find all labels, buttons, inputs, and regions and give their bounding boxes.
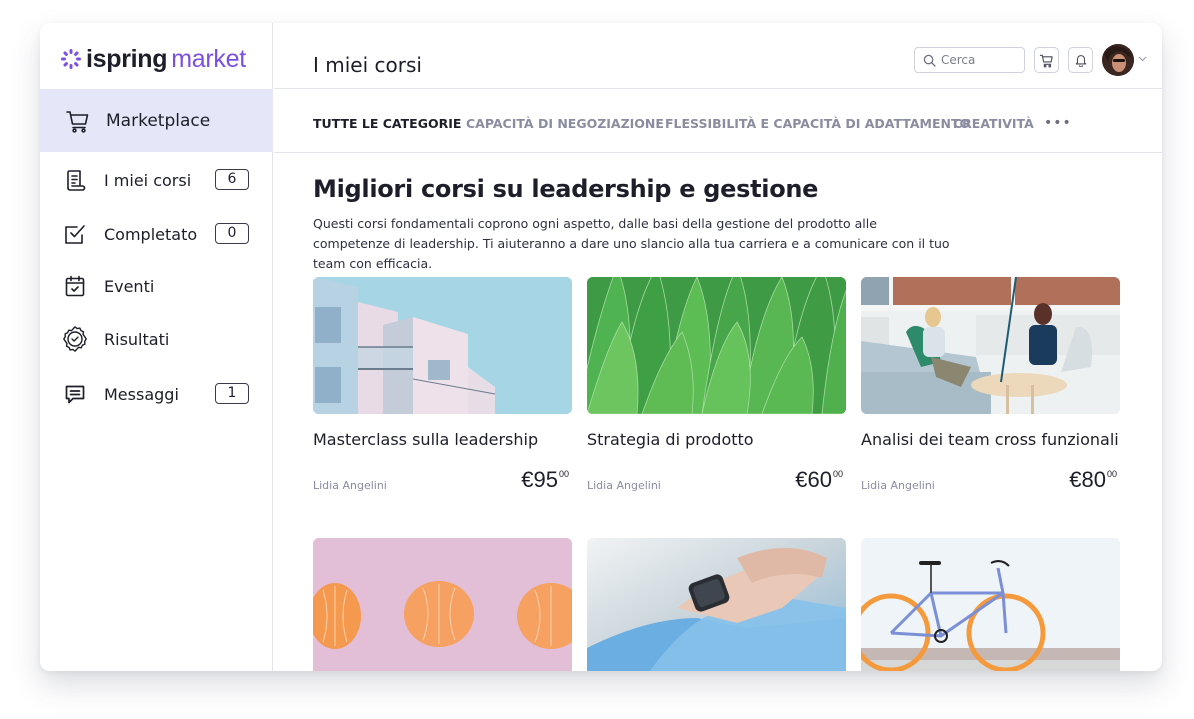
logo-text-market: market [171,45,246,73]
tab-flexibility[interactable]: FLESSIBILITÀ E CAPACITÀ DI ADATTAMENTO [665,116,970,131]
main-panel: I miei corsi Cerca TUTTE LE CATEGORIE CA… [274,23,1162,671]
sidebar-item-marketplace[interactable]: Marketplace [40,89,273,152]
course-card[interactable]: Masterclass sulla leadership Lidia Angel… [313,277,572,492]
logo[interactable]: ispring market [60,44,246,74]
logo-icon [61,49,81,69]
course-author: Lidia Angelini [313,479,387,492]
sidebar-item-completed[interactable]: Completato 0 [40,214,273,254]
course-title[interactable]: Strategia di prodotto [587,430,754,449]
logo-text-ispring: ispring [86,45,168,73]
cart-icon [1039,54,1053,68]
count-badge: 1 [215,383,249,404]
courses-icon [61,166,89,194]
course-price: €6000 [795,467,843,493]
course-card[interactable] [861,538,1120,671]
course-title[interactable]: Analisi dei team cross funzionali [861,430,1119,449]
price-cents: 00 [832,469,843,479]
sidebar-item-results[interactable]: Risultati [40,319,273,359]
price-value: €60 [795,467,832,492]
achievement-icon [61,325,89,353]
app-window: ispring market Marketplace I miei corsi … [40,23,1162,671]
calendar-icon [61,272,89,300]
sidebar-item-label: Marketplace [106,110,211,131]
course-card[interactable] [587,538,846,671]
cart-button[interactable] [1034,47,1059,73]
price-value: €95 [521,467,558,492]
chevron-down-icon[interactable] [1138,56,1147,62]
sidebar-item-label: Eventi [104,276,155,296]
course-card[interactable]: Strategia di prodotto Lidia Angelini €60… [587,277,846,492]
search-icon [923,54,936,67]
course-card[interactable]: Analisi dei team cross funzionali Lidia … [861,277,1120,492]
sidebar-item-events[interactable]: Eventi [40,266,273,306]
page-title: I miei corsi [313,53,422,77]
course-price: €8000 [1069,467,1117,493]
search-input[interactable]: Cerca [914,47,1025,73]
sidebar-item-label: Messaggi [104,384,179,404]
course-image-oranges[interactable] [313,538,572,671]
course-card[interactable] [313,538,572,671]
tab-all-categories[interactable]: TUTTE LE CATEGORIE [313,116,461,131]
notifications-button[interactable] [1068,47,1093,73]
user-avatar[interactable] [1102,44,1134,76]
count-badge: 6 [215,169,249,190]
course-image-bicycle[interactable] [861,538,1120,671]
course-image-office-meeting[interactable] [861,277,1120,414]
section-title: Migliori corsi su leadership e gestione [313,175,819,203]
count-badge: 0 [215,223,249,244]
course-author: Lidia Angelini [861,479,935,492]
cart-icon [64,107,92,135]
message-icon [61,380,89,408]
completed-icon [61,220,89,248]
search-placeholder: Cerca [941,53,976,67]
sidebar-item-my-courses[interactable]: I miei corsi 6 [40,160,273,200]
course-image-smartwatch[interactable] [587,538,846,671]
more-tabs-button[interactable]: ••• [1044,115,1072,131]
section-description: Questi corsi fondamentali coprono ogni a… [313,216,950,271]
avatar-image [1102,44,1134,76]
course-author: Lidia Angelini [587,479,661,492]
bell-icon [1075,55,1086,67]
price-cents: 00 [558,469,569,479]
price-value: €80 [1069,467,1106,492]
sidebar: ispring market Marketplace I miei corsi … [40,23,273,671]
sidebar-item-messages[interactable]: Messaggi 1 [40,374,273,414]
top-bar: I miei corsi Cerca [274,23,1162,89]
course-title[interactable]: Masterclass sulla leadership [313,430,538,449]
course-image-leaves[interactable] [587,277,846,414]
sidebar-item-label: I miei corsi [104,170,192,190]
category-tabs: TUTTE LE CATEGORIE CAPACITÀ DI NEGOZIAZI… [274,89,1162,153]
tab-negotiation[interactable]: CAPACITÀ DI NEGOZIAZIONE [466,116,664,131]
sidebar-item-label: Risultati [104,329,170,349]
course-image-building[interactable] [313,277,572,414]
price-cents: 00 [1106,469,1117,479]
course-price: €9500 [521,467,569,493]
sidebar-item-label: Completato [104,224,198,244]
tab-creativity[interactable]: CREATIVITÀ [953,116,1034,131]
